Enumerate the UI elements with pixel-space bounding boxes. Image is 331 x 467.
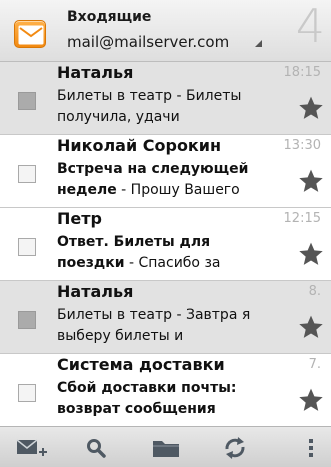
select-checkbox[interactable] bbox=[18, 238, 36, 256]
message-row[interactable]: Система доставки Сбой доставки почты: во… bbox=[0, 354, 331, 427]
inbox-header: Входящие mail@mailserver.com 4 bbox=[0, 0, 331, 62]
folders-button[interactable] bbox=[141, 427, 191, 467]
message-sender: Наталья bbox=[57, 63, 134, 82]
star-icon[interactable] bbox=[298, 95, 324, 121]
message-time: 13:30 bbox=[283, 138, 321, 153]
bottom-toolbar bbox=[0, 426, 331, 467]
star-icon[interactable] bbox=[298, 168, 324, 194]
message-body: Сбой доставки почты: возврат сообщения bbox=[57, 378, 272, 422]
message-time: 12:15 bbox=[283, 211, 321, 226]
message-list: Наталья Билеты в театр - Билеты получила… bbox=[0, 62, 331, 427]
message-body: Билеты в театр - Завтра я выберу билеты … bbox=[57, 305, 272, 349]
message-row[interactable]: Наталья Билеты в театр - Завтра я выберу… bbox=[0, 281, 331, 354]
star-icon[interactable] bbox=[298, 314, 324, 340]
message-row[interactable]: Наталья Билеты в театр - Билеты получила… bbox=[0, 62, 331, 135]
star-icon[interactable] bbox=[298, 387, 324, 413]
message-body: Ответ. Билеты для поездки - Спасибо за bbox=[57, 232, 272, 276]
message-snippet: Билеты в театр - Завтра я выберу билеты … bbox=[57, 307, 251, 344]
mail-envelope-icon[interactable] bbox=[14, 20, 46, 48]
folder-icon bbox=[153, 440, 179, 457]
search-button[interactable] bbox=[71, 427, 121, 467]
refresh-button[interactable] bbox=[210, 427, 260, 467]
account-selector[interactable]: mail@mailserver.com bbox=[67, 33, 229, 51]
message-row[interactable]: Николай Сорокин Встреча на следующей нед… bbox=[0, 135, 331, 208]
compose-icon bbox=[16, 438, 47, 456]
folder-title: Входящие bbox=[67, 9, 152, 25]
message-subject: Сбой доставки почты: возврат сообщения bbox=[57, 380, 237, 417]
message-body: Билеты в театр - Билеты получила, удачи bbox=[57, 86, 272, 130]
message-snippet: - Спасибо за bbox=[124, 255, 221, 271]
refresh-icon bbox=[225, 436, 245, 459]
message-snippet: Билеты в театр - Билеты получила, удачи bbox=[57, 88, 242, 125]
message-time: 8. bbox=[308, 284, 321, 299]
message-sender: Система доставки bbox=[57, 355, 225, 374]
select-checkbox[interactable] bbox=[18, 311, 36, 329]
message-time: 18:15 bbox=[283, 65, 321, 80]
message-snippet: - Прошу Вашего bbox=[116, 182, 240, 198]
overflow-menu-button[interactable] bbox=[290, 427, 331, 467]
select-checkbox[interactable] bbox=[18, 165, 36, 183]
message-row[interactable]: Петр Ответ. Билеты для поездки - Спасибо… bbox=[0, 208, 331, 281]
account-dropdown-icon[interactable] bbox=[255, 40, 262, 47]
compose-button[interactable] bbox=[6, 427, 56, 467]
star-icon[interactable] bbox=[298, 241, 324, 267]
search-icon bbox=[87, 438, 106, 458]
message-sender: Петр bbox=[57, 209, 102, 228]
select-checkbox[interactable] bbox=[18, 92, 36, 110]
message-body: Встреча на следующей неделе - Прошу Ваше… bbox=[57, 159, 272, 203]
message-sender: Николай Сорокин bbox=[57, 136, 222, 155]
unread-count: 4 bbox=[295, 0, 325, 53]
overflow-menu-icon bbox=[308, 438, 313, 457]
message-time: 7. bbox=[308, 357, 321, 372]
message-sender: Наталья bbox=[57, 282, 134, 301]
select-checkbox[interactable] bbox=[18, 384, 36, 402]
